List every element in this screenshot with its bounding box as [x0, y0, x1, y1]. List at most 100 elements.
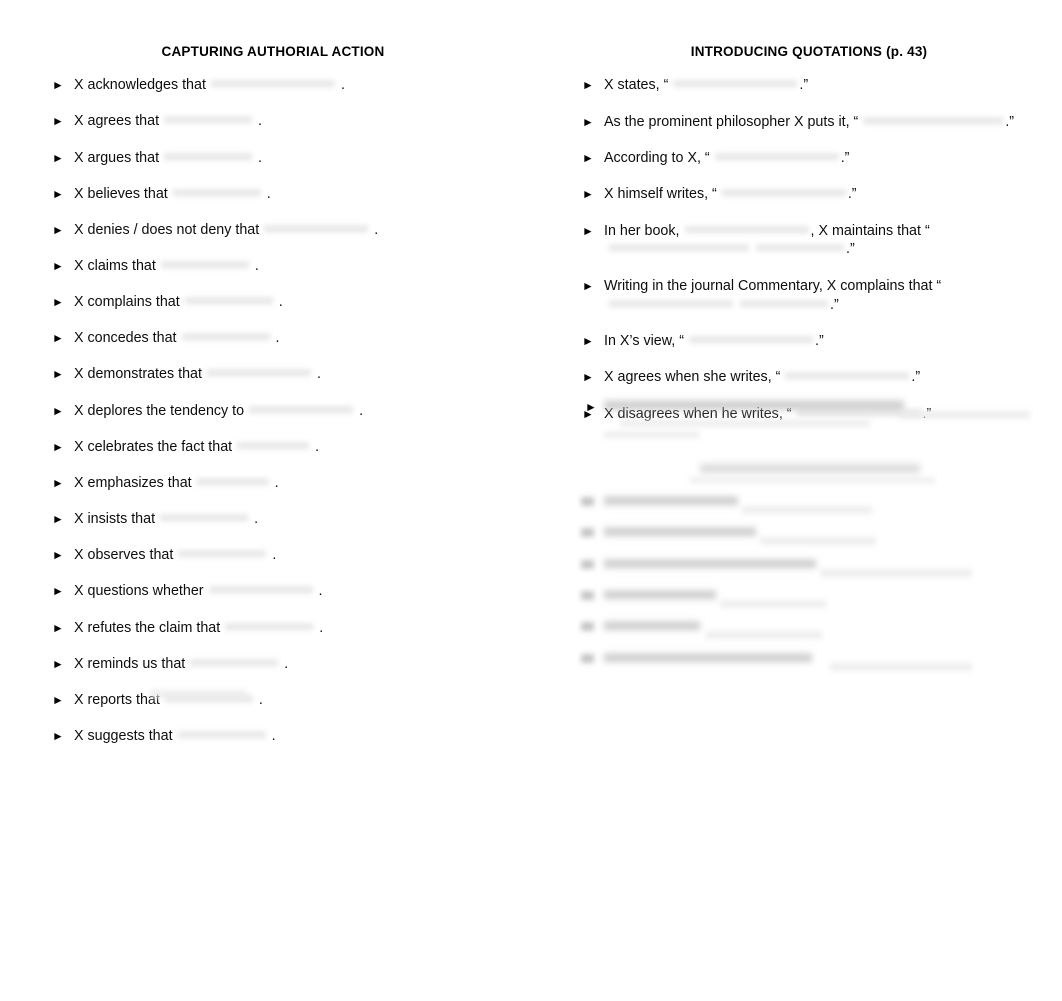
sentence-template-text: X complains that — [74, 294, 180, 311]
fill-in-blank — [785, 370, 910, 383]
fill-in-blank — [164, 150, 253, 163]
obscured-blank — [604, 430, 699, 440]
fill-in-blank — [237, 439, 310, 452]
list-item: ► According to X, “ .” — [570, 149, 1040, 168]
list-item: ► X agrees when she writes, “ .” — [570, 368, 1040, 387]
bullet-marker-icon: ► — [52, 512, 64, 527]
fill-in-blank — [609, 297, 733, 310]
capturing-authorial-action-list: ► X acknowledges that. ► X agrees that. ► X a… — [40, 76, 500, 746]
obscured-blank — [620, 418, 870, 429]
fill-in-blank — [177, 729, 266, 741]
sentence-template-text: X celebrates the fact that — [74, 438, 233, 455]
list-item: ► X celebrates the fact that. — [40, 438, 500, 457]
obscured-heading — [700, 461, 920, 476]
bullet-marker-icon: ► — [52, 548, 64, 563]
sentence-end-punctuation: . — [258, 149, 263, 166]
bullet-marker-icon: ► — [52, 729, 64, 743]
sentence-end-punctuation: . — [272, 547, 277, 564]
fill-in-blank — [863, 114, 1004, 127]
journal-title-italic: Commentary — [738, 277, 819, 294]
sentence-template-text: X refutes the claim that — [74, 619, 221, 636]
sentence-template-text: .” — [815, 333, 824, 350]
list-item: ► X states, “ .” — [570, 76, 1040, 95]
fill-in-blank — [756, 242, 844, 255]
list-item: ► As the prominent philosopher X puts it,… — [570, 113, 1040, 132]
fill-in-blank — [160, 512, 249, 525]
list-item: ► X reports that. — [40, 691, 500, 710]
sentence-end-punctuation: . — [258, 113, 263, 130]
bullet-marker-icon: ► — [582, 370, 594, 385]
fill-in-blank — [689, 334, 813, 347]
bullet-marker-icon: ► — [52, 584, 64, 599]
bullet-marker-icon: ► — [52, 114, 64, 129]
sentence-end-punctuation: . — [340, 77, 345, 94]
sentence-template-text: X states, “ — [604, 77, 669, 94]
obscured-text-line — [604, 398, 904, 413]
sentence-end-punctuation: . — [315, 438, 320, 455]
bullet-marker-icon: ► — [52, 186, 64, 201]
fill-in-blank — [264, 222, 369, 235]
obscured-bullet-marker-icon — [581, 591, 594, 600]
sentence-template-text: X argues that — [74, 149, 160, 166]
list-item: ► X agrees that. — [40, 112, 500, 131]
sentence-end-punctuation: . — [258, 691, 263, 708]
list-item: ► X reminds us that. — [40, 655, 500, 674]
right-column-heading: INTRODUCING QUOTATIONS (p. 43) — [690, 44, 928, 59]
fill-in-blank — [206, 367, 311, 380]
list-item: ► Writing in the journal Commentary, X co… — [570, 277, 1040, 315]
list-item: ► X himself writes, “ .” — [570, 185, 1040, 204]
left-column: CAPTURING AUTHORIAL ACTION ► X acknowledg… — [40, 44, 500, 763]
list-item: ► X believes that. — [40, 185, 500, 204]
bullet-marker-icon: ► — [582, 334, 594, 349]
sentence-template-text: .” — [846, 241, 855, 258]
bullet-marker-icon: ► — [52, 475, 64, 490]
sentence-template-text: X reports that — [74, 691, 160, 708]
sentence-template-text: X insists that — [74, 511, 156, 528]
sentence-end-punctuation: . — [278, 294, 283, 311]
sentence-template-text: .” — [799, 77, 809, 94]
bullet-marker-icon: ► — [52, 150, 64, 165]
fill-in-blank — [714, 150, 839, 163]
sentence-template-text: , X maintains that “ — [810, 222, 930, 239]
sentence-template-text: .” — [847, 186, 857, 203]
sentence-template-text: , X complains that “ — [818, 277, 942, 294]
obscured-text-line — [604, 619, 700, 633]
obscured-bullet-marker-icon — [581, 497, 594, 506]
sentence-template-text: X agrees that — [74, 113, 160, 130]
list-item: ► X observes that. — [40, 546, 500, 565]
bullet-marker-icon: ► — [582, 114, 594, 129]
obscured-blank — [760, 535, 876, 547]
sentence-template-text: Writing in the journal — [604, 277, 739, 294]
list-item: ► X claims that. — [40, 257, 500, 276]
sentence-end-punctuation: . — [374, 221, 379, 238]
obscured-blank — [900, 409, 1030, 421]
bullet-marker-icon: ► — [582, 223, 594, 238]
sentence-end-punctuation: . — [254, 257, 259, 274]
fill-in-blank — [609, 242, 749, 255]
fill-in-blank — [684, 223, 809, 236]
list-item: ► X concedes that. — [40, 329, 500, 348]
bullet-marker-icon: ► — [52, 258, 64, 273]
sentence-template-text: X questions whether — [74, 583, 204, 600]
bullet-marker-icon: ► — [52, 656, 64, 671]
fill-in-blank — [249, 403, 354, 416]
document-page: CAPTURING AUTHORIAL ACTION ► X acknowledg… — [0, 0, 1062, 1001]
sentence-end-punctuation: . — [359, 402, 364, 419]
obscured-bullet-marker-icon — [581, 528, 594, 537]
bullet-marker-icon: ► — [52, 403, 64, 418]
sentence-template-text: As the prominent philosopher X puts it, … — [604, 113, 859, 130]
bullet-marker-icon: ► — [52, 78, 64, 93]
sentence-template-text: X believes that — [74, 185, 168, 202]
list-item: ► X refutes the claim that. — [40, 619, 500, 638]
bullet-marker-icon: ► — [52, 222, 64, 237]
fill-in-blank — [172, 186, 261, 199]
fill-in-blank — [190, 656, 279, 669]
fill-in-blank — [196, 475, 269, 488]
obscured-bullet-marker-icon — [581, 622, 594, 631]
sentence-end-punctuation: . — [318, 583, 323, 600]
sentence-template-text: X deplores the tendency to — [74, 402, 245, 419]
bullet-marker-icon: ► — [582, 278, 594, 293]
sentence-template-text: X reminds us that — [74, 655, 186, 672]
list-item: ► X suggests that. — [40, 727, 500, 746]
fill-in-blank — [225, 620, 314, 633]
